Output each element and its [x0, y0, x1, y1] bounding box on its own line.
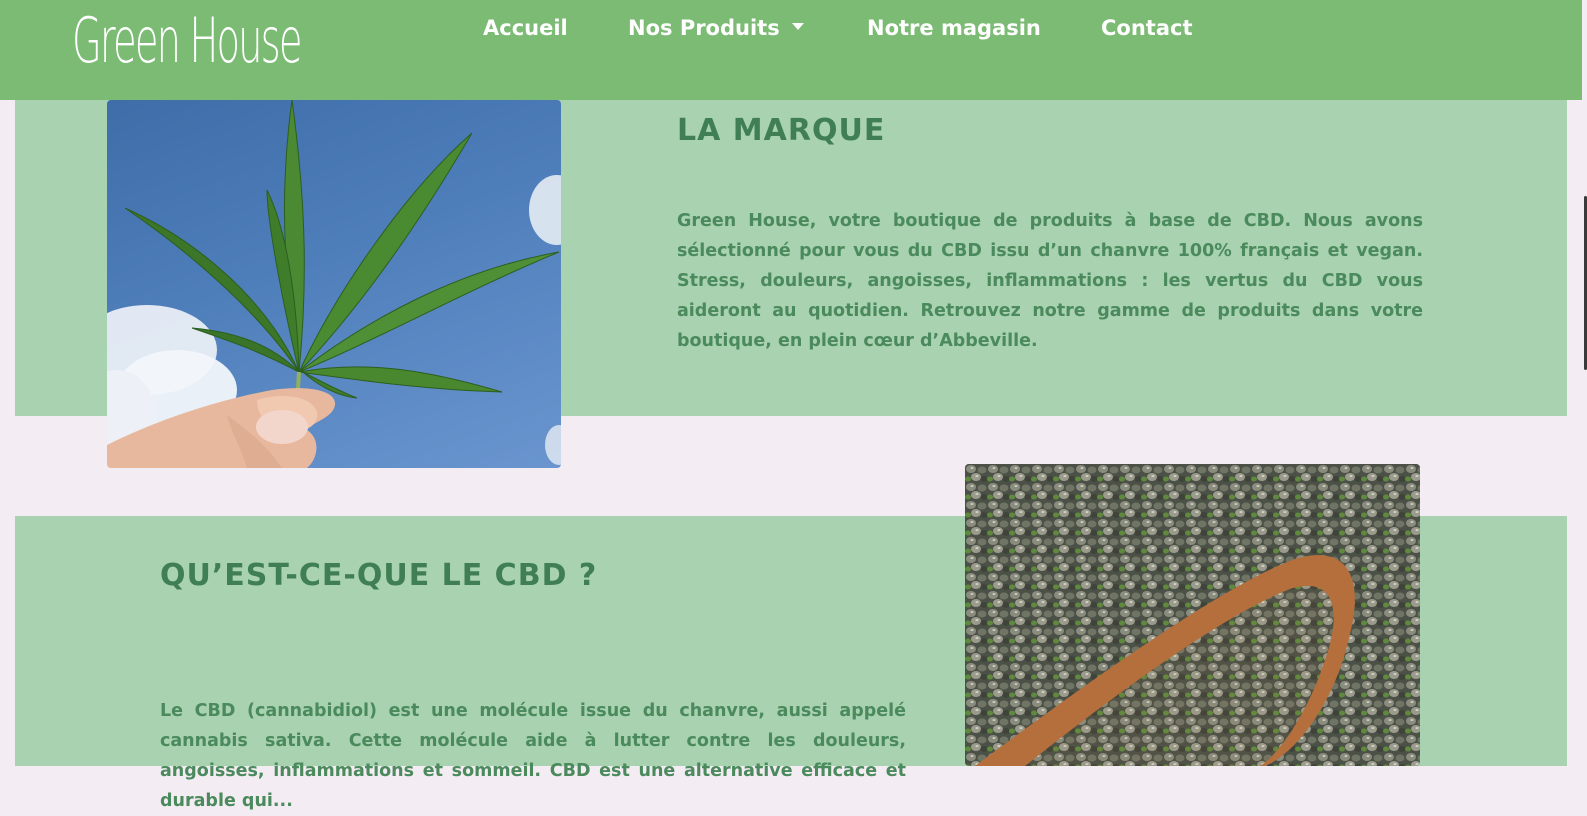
cannabis-leaf-photo [107, 100, 561, 468]
nav-item-contact[interactable]: Contact [1101, 16, 1193, 40]
chevron-down-icon [791, 22, 804, 30]
hemp-seeds-icon [965, 464, 1420, 766]
nav-item-accueil[interactable]: Accueil [483, 16, 568, 40]
nav-item-label: Accueil [483, 16, 568, 40]
nav-item-label: Contact [1101, 16, 1193, 40]
brand-logo[interactable]: Green House [72, 4, 302, 77]
nav-item-label: Notre magasin [867, 16, 1041, 40]
section-text-la-marque: Green House, votre boutique de produits … [677, 211, 1423, 351]
section-text-cbd: Le CBD (cannabidiol) est une molécule is… [160, 701, 906, 811]
nav-item-notre-magasin[interactable]: Notre magasin [867, 16, 1041, 40]
cannabis-leaf-icon [107, 100, 561, 468]
top-navbar: Green House Accueil Nos Produits Notre m… [0, 0, 1582, 100]
hemp-seeds-photo [965, 464, 1420, 766]
section-title-cbd: QU’EST-CE-QUE LE CBD ? [160, 558, 598, 593]
page-scrollbar[interactable] [1582, 0, 1587, 766]
nav-item-nos-produits[interactable]: Nos Produits [628, 16, 804, 40]
section-title-la-marque: LA MARQUE [677, 113, 886, 148]
nav-item-label: Nos Produits [628, 16, 780, 40]
